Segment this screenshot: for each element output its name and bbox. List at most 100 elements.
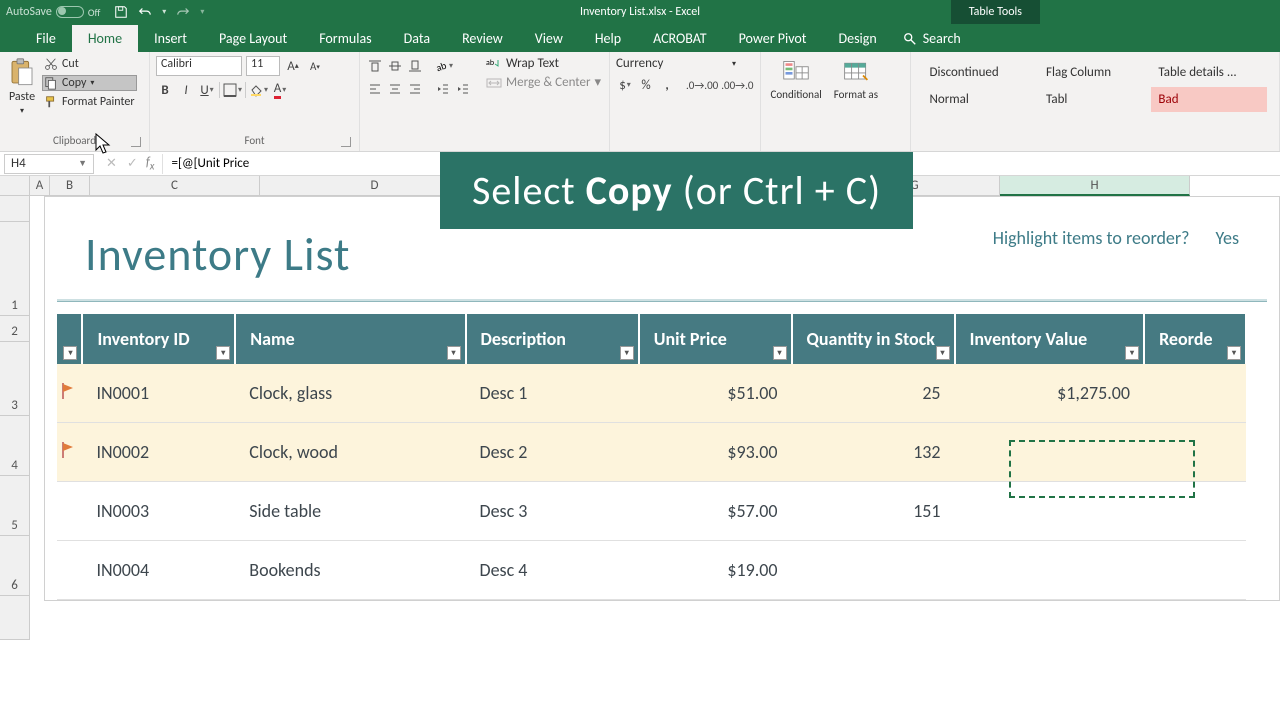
table-row[interactable]: IN0003Side tableDesc 3$57.00151 <box>57 482 1246 541</box>
tab-page-layout[interactable]: Page Layout <box>203 25 303 52</box>
name-cell[interactable]: Clock, wood <box>235 423 465 482</box>
reorder-cell[interactable] <box>1144 364 1246 423</box>
table-header-inventory-id[interactable]: Inventory ID▾ <box>82 314 235 364</box>
tab-file[interactable]: File <box>20 25 72 52</box>
accounting-format-button[interactable]: $▾ <box>616 75 634 95</box>
column-header-B[interactable]: B <box>50 176 90 196</box>
column-header-H[interactable]: H <box>1000 176 1190 196</box>
align-center-button[interactable] <box>386 79 404 99</box>
reorder-cell[interactable] <box>1144 541 1246 600</box>
reorder-cell[interactable] <box>1144 482 1246 541</box>
comma-format-button[interactable]: , <box>658 75 676 95</box>
clipboard-dialog-launcher[interactable] <box>131 137 141 147</box>
format-as-table-button[interactable]: Format as <box>830 56 882 103</box>
copy-dropdown-icon[interactable]: ▾ <box>90 78 94 88</box>
name-cell[interactable]: Bookends <box>235 541 465 600</box>
inventory-id-cell[interactable]: IN0003 <box>82 482 235 541</box>
cell-style-normal[interactable]: Normal <box>923 87 1030 112</box>
row-header-6[interactable]: 6 <box>0 536 30 596</box>
conditional-formatting-button[interactable]: Conditional <box>767 56 826 103</box>
row-header-blank[interactable] <box>0 596 30 640</box>
flag-cell[interactable] <box>57 482 82 541</box>
underline-button[interactable]: U▾ <box>198 80 216 100</box>
border-button[interactable]: ▾ <box>223 80 242 100</box>
unit-price-cell[interactable]: $19.00 <box>639 541 792 600</box>
increase-font-button[interactable]: A▴ <box>284 56 302 76</box>
quantity-cell[interactable]: 151 <box>792 482 955 541</box>
inventory-value-cell[interactable] <box>955 482 1145 541</box>
decrease-indent-button[interactable] <box>434 79 452 99</box>
italic-button[interactable]: I <box>177 80 195 100</box>
align-bottom-button[interactable] <box>406 56 424 76</box>
filter-icon[interactable]: ▾ <box>936 346 950 360</box>
increase-decimal-button[interactable]: .0→.00 <box>686 75 718 95</box>
number-format-combo[interactable]: Currency▾ <box>616 56 736 71</box>
tab-review[interactable]: Review <box>446 25 519 52</box>
name-cell[interactable]: Side table <box>235 482 465 541</box>
name-box[interactable]: H4 ▼ <box>4 154 94 174</box>
table-header-inventory-value[interactable]: Inventory Value▾ <box>955 314 1145 364</box>
inventory-value-cell[interactable]: $1,275.00 <box>955 364 1145 423</box>
cell-style-table-details-[interactable]: Table details ... <box>1151 60 1267 85</box>
cut-button[interactable]: Cut <box>42 56 137 72</box>
merge-center-button[interactable]: Merge & Center ▾ <box>486 75 601 90</box>
tab-formulas[interactable]: Formulas <box>303 25 387 52</box>
cell-style-discontinued[interactable]: Discontinued <box>923 60 1030 85</box>
name-box-dropdown-icon[interactable]: ▼ <box>78 158 87 169</box>
font-dialog-launcher[interactable] <box>341 137 351 147</box>
flag-cell[interactable] <box>57 364 82 423</box>
font-color-button[interactable]: A▾ <box>271 80 289 100</box>
flag-cell[interactable] <box>57 541 82 600</box>
unit-price-cell[interactable]: $93.00 <box>639 423 792 482</box>
quantity-cell[interactable]: 25 <box>792 364 955 423</box>
font-size-combo[interactable]: 11 <box>246 56 280 76</box>
redo-icon[interactable] <box>176 5 190 19</box>
table-header-description[interactable]: Description▾ <box>466 314 639 364</box>
enter-formula-button[interactable]: ✓ <box>127 156 138 171</box>
column-header-A[interactable]: A <box>30 176 50 196</box>
cell-style-tabl[interactable]: Tabl <box>1039 87 1141 112</box>
inventory-value-cell[interactable] <box>955 541 1145 600</box>
name-cell[interactable]: Clock, glass <box>235 364 465 423</box>
row-header-4[interactable]: 4 <box>0 416 30 476</box>
table-header-quantity-in-stock[interactable]: Quantity in Stock▾ <box>792 314 955 364</box>
filter-icon[interactable]: ▾ <box>447 346 461 360</box>
description-cell[interactable]: Desc 2 <box>466 423 639 482</box>
description-cell[interactable]: Desc 3 <box>466 482 639 541</box>
table-header-unit-price[interactable]: Unit Price▾ <box>639 314 792 364</box>
tab-insert[interactable]: Insert <box>138 25 203 52</box>
format-painter-button[interactable]: Format Painter <box>42 94 137 110</box>
tab-view[interactable]: View <box>519 25 579 52</box>
select-all-corner[interactable] <box>0 176 30 196</box>
inventory-id-cell[interactable]: IN0004 <box>82 541 235 600</box>
align-middle-button[interactable] <box>386 56 404 76</box>
inventory-id-cell[interactable]: IN0001 <box>82 364 235 423</box>
row-header-5[interactable]: 5 <box>0 476 30 536</box>
table-header-name[interactable]: Name▾ <box>235 314 465 364</box>
fx-icon[interactable]: fx <box>146 155 163 173</box>
undo-icon[interactable] <box>138 5 152 19</box>
quantity-cell[interactable] <box>792 541 955 600</box>
merge-dropdown-icon[interactable]: ▾ <box>595 75 602 90</box>
paste-button[interactable]: Paste ▾ <box>6 56 38 118</box>
filter-icon[interactable]: ▾ <box>1227 346 1241 360</box>
inventory-id-cell[interactable]: IN0002 <box>82 423 235 482</box>
decrease-decimal-button[interactable]: .00→.0 <box>721 75 753 95</box>
wrap-text-button[interactable]: ab Wrap Text <box>486 56 601 71</box>
tab-help[interactable]: Help <box>579 25 637 52</box>
column-header-C[interactable]: C <box>90 176 260 196</box>
description-cell[interactable]: Desc 4 <box>466 541 639 600</box>
align-top-button[interactable] <box>366 56 384 76</box>
tab-power-pivot[interactable]: Power Pivot <box>723 25 823 52</box>
filter-icon[interactable]: ▾ <box>620 346 634 360</box>
align-left-button[interactable] <box>366 79 384 99</box>
inventory-value-cell[interactable] <box>955 423 1145 482</box>
tab-design[interactable]: Design <box>823 25 893 52</box>
tell-me-search[interactable]: Search <box>893 25 971 52</box>
cell-style-flag-column[interactable]: Flag Column <box>1039 60 1141 85</box>
quantity-cell[interactable]: 132 <box>792 423 955 482</box>
row-header-1[interactable]: 1 <box>0 222 30 316</box>
cell-style-bad[interactable]: Bad <box>1151 87 1267 112</box>
row-header-3[interactable]: 3 <box>0 342 30 416</box>
font-name-combo[interactable]: Calibri <box>156 56 242 76</box>
